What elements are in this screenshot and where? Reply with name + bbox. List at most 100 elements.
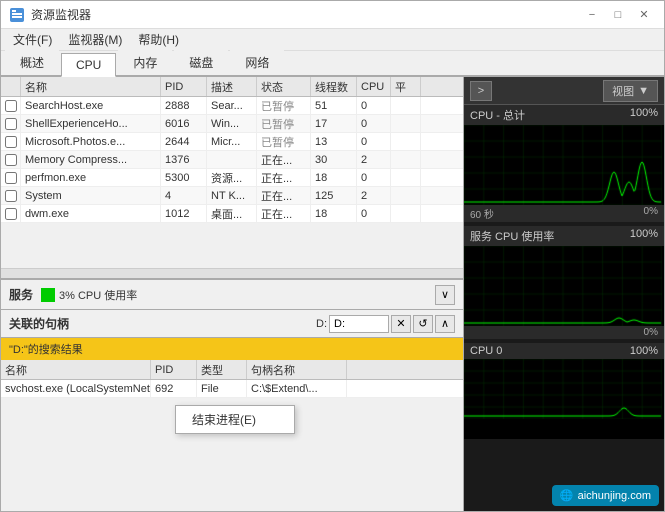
row-cpu-1: 0 bbox=[357, 115, 391, 132]
row-check-2[interactable] bbox=[1, 133, 21, 150]
row-state-5: 正在... bbox=[257, 187, 311, 204]
handle-pid-0: 692 bbox=[151, 380, 197, 397]
watermark-icon: 🌐 bbox=[560, 489, 574, 502]
main-window: 资源监视器 − □ ✕ 文件(F) 监视器(M) 帮助(H) 概述 CPU 内存… bbox=[0, 0, 665, 512]
row-cpu-5: 2 bbox=[357, 187, 391, 204]
row-cpu-4: 0 bbox=[357, 169, 391, 186]
row-name-3: Memory Compress... bbox=[21, 151, 161, 168]
chart-service-cpu-label: 服务 CPU 使用率 bbox=[470, 228, 554, 244]
process-row-6[interactable]: dwm.exe 1012 桌面... 正在... 18 0 bbox=[1, 205, 463, 223]
th-threads[interactable]: 线程数 bbox=[311, 77, 357, 96]
hth-pid[interactable]: PID bbox=[151, 360, 197, 379]
row-desc-1: Win... bbox=[207, 115, 257, 132]
process-section: 名称 PID 描述 状态 线程数 CPU 平 SearchHost.exe 28… bbox=[1, 77, 463, 280]
row-cpu-6: 0 bbox=[357, 205, 391, 222]
row-check-1[interactable] bbox=[1, 115, 21, 132]
row-pid-1: 6016 bbox=[161, 115, 207, 132]
main-content: 名称 PID 描述 状态 线程数 CPU 平 SearchHost.exe 28… bbox=[1, 77, 664, 511]
chart-cpu-total-label: CPU - 总计 bbox=[470, 107, 525, 123]
tab-disk[interactable]: 磁盘 bbox=[174, 49, 228, 75]
row-check-3[interactable] bbox=[1, 151, 21, 168]
close-button[interactable]: ✕ bbox=[632, 5, 656, 25]
th-cpu[interactable]: CPU bbox=[357, 77, 391, 96]
th-name[interactable]: 名称 bbox=[21, 77, 161, 96]
process-table-header: 名称 PID 描述 状态 线程数 CPU 平 bbox=[1, 77, 463, 97]
collapse-handle-button[interactable]: ∧ bbox=[435, 315, 455, 333]
menu-file[interactable]: 文件(F) bbox=[5, 29, 60, 50]
tab-overview[interactable]: 概述 bbox=[5, 49, 59, 75]
row-state-6: 正在... bbox=[257, 205, 311, 222]
tab-memory[interactable]: 内存 bbox=[118, 49, 172, 75]
tabs-bar: 概述 CPU 内存 磁盘 网络 bbox=[1, 51, 664, 77]
watermark: 🌐 aichunjing.com bbox=[552, 485, 659, 506]
row-name-5: System bbox=[21, 187, 161, 204]
right-top-bar: > 视图 ▼ bbox=[464, 77, 664, 105]
right-panel: > 视图 ▼ CPU - 总计 100% bbox=[464, 77, 664, 511]
maximize-button[interactable]: □ bbox=[606, 5, 630, 25]
menu-bar: 文件(F) 监视器(M) 帮助(H) bbox=[1, 29, 664, 51]
handle-table-body: svchost.exe (LocalSystemNetw... 692 File… bbox=[1, 380, 463, 511]
context-menu-end-process[interactable]: 结束进程(E) bbox=[176, 406, 294, 433]
chart-cpu-total-pct: 100% bbox=[630, 107, 658, 123]
cpu-indicator: 3% CPU 使用率 bbox=[41, 287, 137, 303]
handle-type-0: File bbox=[197, 380, 247, 397]
row-desc-0: Sear... bbox=[207, 97, 257, 114]
process-row-3[interactable]: Memory Compress... 1376 正在... 30 2 bbox=[1, 151, 463, 169]
view-label: 视图 bbox=[612, 83, 634, 99]
process-row-2[interactable]: Microsoft.Photos.e... 2644 Micr... 已暂停 1… bbox=[1, 133, 463, 151]
clear-search-button[interactable]: ✕ bbox=[391, 315, 411, 333]
th-avg[interactable]: 平 bbox=[391, 77, 421, 96]
tab-cpu[interactable]: CPU bbox=[61, 53, 116, 77]
row-check-5[interactable] bbox=[1, 187, 21, 204]
minimize-button[interactable]: − bbox=[580, 5, 604, 25]
process-row-0[interactable]: SearchHost.exe 2888 Sear... 已暂停 51 0 bbox=[1, 97, 463, 115]
menu-help[interactable]: 帮助(H) bbox=[130, 29, 187, 50]
chart-cpu0: CPU 0 100% bbox=[464, 343, 664, 439]
chart-cpu0-label: CPU 0 bbox=[470, 345, 502, 357]
handle-name-0: svchost.exe (LocalSystemNetw... bbox=[1, 380, 151, 397]
tab-network[interactable]: 网络 bbox=[230, 49, 284, 75]
row-desc-3 bbox=[207, 151, 257, 168]
row-pid-3: 1376 bbox=[161, 151, 207, 168]
row-check-6[interactable] bbox=[1, 205, 21, 222]
chart-service-cpu-label-bar: 服务 CPU 使用率 100% bbox=[464, 226, 664, 246]
view-dropdown-icon: ▼ bbox=[638, 85, 649, 97]
row-pid-0: 2888 bbox=[161, 97, 207, 114]
chart-service-cpu-area bbox=[464, 246, 664, 326]
search-box: D: ✕ ↺ ∧ bbox=[316, 315, 455, 333]
hth-handle[interactable]: 句柄名称 bbox=[247, 360, 347, 379]
view-button[interactable]: 视图 ▼ bbox=[603, 80, 658, 102]
row-check-0[interactable] bbox=[1, 97, 21, 114]
service-collapse-button[interactable]: ∨ bbox=[435, 285, 455, 305]
chart-cpu-total-area bbox=[464, 125, 664, 205]
row-threads-3: 30 bbox=[311, 151, 357, 168]
th-desc[interactable]: 描述 bbox=[207, 77, 257, 96]
th-check[interactable] bbox=[1, 77, 21, 96]
row-threads-6: 18 bbox=[311, 205, 357, 222]
row-desc-2: Micr... bbox=[207, 133, 257, 150]
search-button[interactable]: ↺ bbox=[413, 315, 433, 333]
process-row-1[interactable]: ShellExperienceHo... 6016 Win... 已暂停 17 … bbox=[1, 115, 463, 133]
row-name-0: SearchHost.exe bbox=[21, 97, 161, 114]
row-state-2: 已暂停 bbox=[257, 133, 311, 150]
cpu-dot bbox=[41, 288, 55, 302]
search-input[interactable] bbox=[329, 315, 389, 333]
chart-cpu0-area bbox=[464, 359, 664, 439]
row-threads-1: 17 bbox=[311, 115, 357, 132]
handle-row-0[interactable]: svchost.exe (LocalSystemNetw... 692 File… bbox=[1, 380, 463, 398]
row-name-2: Microsoft.Photos.e... bbox=[21, 133, 161, 150]
th-pid[interactable]: PID bbox=[161, 77, 207, 96]
horizontal-scrollbar[interactable] bbox=[1, 268, 463, 278]
hth-name[interactable]: 名称 bbox=[1, 360, 151, 379]
process-row-4[interactable]: perfmon.exe 5300 资源... 正在... 18 0 bbox=[1, 169, 463, 187]
row-avg-4 bbox=[391, 169, 421, 186]
row-avg-1 bbox=[391, 115, 421, 132]
search-label: D: bbox=[316, 318, 327, 330]
chart-cpu-total-time: 60 秒 bbox=[470, 206, 494, 221]
process-row-5[interactable]: System 4 NT K... 正在... 125 2 bbox=[1, 187, 463, 205]
nav-back-button[interactable]: > bbox=[470, 81, 492, 101]
row-check-4[interactable] bbox=[1, 169, 21, 186]
hth-type[interactable]: 类型 bbox=[197, 360, 247, 379]
th-state[interactable]: 状态 bbox=[257, 77, 311, 96]
menu-monitor[interactable]: 监视器(M) bbox=[60, 29, 130, 50]
